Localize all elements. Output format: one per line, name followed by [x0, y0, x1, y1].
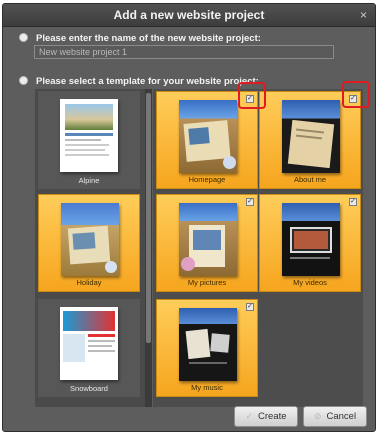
template-tile-holiday[interactable]: Holiday — [38, 194, 140, 292]
create-button[interactable]: ✓ Create — [234, 406, 298, 427]
pictures-checkbox[interactable]: ✓ — [246, 198, 254, 206]
cancel-button[interactable]: ⊘ Cancel — [303, 406, 367, 427]
template-tile-my-pictures[interactable]: ✓ My pictures — [156, 194, 258, 292]
template-name: Homepage — [188, 175, 226, 184]
bullet-icon — [19, 33, 28, 42]
template-tile-snowboard[interactable]: Snowboard — [38, 299, 140, 397]
scrollbar-thumb[interactable] — [146, 93, 151, 343]
dialog-title: Add a new website project — [113, 8, 265, 22]
holiday-thumbnail — [61, 203, 119, 276]
checkmark-icon: ✓ — [245, 411, 254, 421]
template-name: Alpine — [78, 176, 100, 185]
template-section-label: Please select a template for your websit… — [19, 76, 259, 87]
homepage-template-thumbnail — [179, 100, 237, 173]
videos-checkbox[interactable]: ✓ — [349, 198, 357, 206]
project-name-input[interactable] — [34, 45, 334, 59]
cancel-icon: ⊘ — [313, 411, 322, 421]
dialog-titlebar: Add a new website project × — [3, 4, 375, 27]
music-template-thumbnail — [179, 308, 237, 381]
videos-template-thumbnail — [282, 203, 340, 276]
music-checkbox[interactable]: ✓ — [246, 303, 254, 311]
alpine-thumbnail — [60, 99, 118, 172]
template-grid: ✓ Homepage ✓ About me ✓ My pictures ✓ My… — [153, 89, 363, 407]
left-template-list: Alpine Holiday Snowboard — [35, 89, 145, 407]
template-name: About me — [293, 175, 327, 184]
template-tile-my-videos[interactable]: ✓ My videos — [259, 194, 361, 292]
snowboard-thumbnail — [60, 307, 118, 380]
template-name: My pictures — [187, 278, 227, 287]
pictures-template-thumbnail — [179, 203, 237, 276]
name-section-label: Please enter the name of the new website… — [19, 33, 261, 44]
about-me-template-thumbnail — [282, 100, 340, 173]
bullet-icon — [19, 76, 28, 85]
template-tile-alpine[interactable]: Alpine — [38, 91, 140, 189]
add-project-dialog: Add a new website project × Please enter… — [2, 3, 376, 432]
template-list-scrollbar[interactable] — [145, 89, 152, 407]
template-name: My music — [191, 383, 223, 392]
template-name: My videos — [293, 278, 327, 287]
template-name: Snowboard — [70, 384, 108, 393]
template-tile-my-music[interactable]: ✓ My music — [156, 299, 258, 397]
annotation-highlight-homepage — [238, 82, 266, 109]
annotation-highlight-about-me — [342, 81, 370, 108]
template-name: Holiday — [76, 278, 102, 287]
close-icon[interactable]: × — [360, 4, 367, 26]
